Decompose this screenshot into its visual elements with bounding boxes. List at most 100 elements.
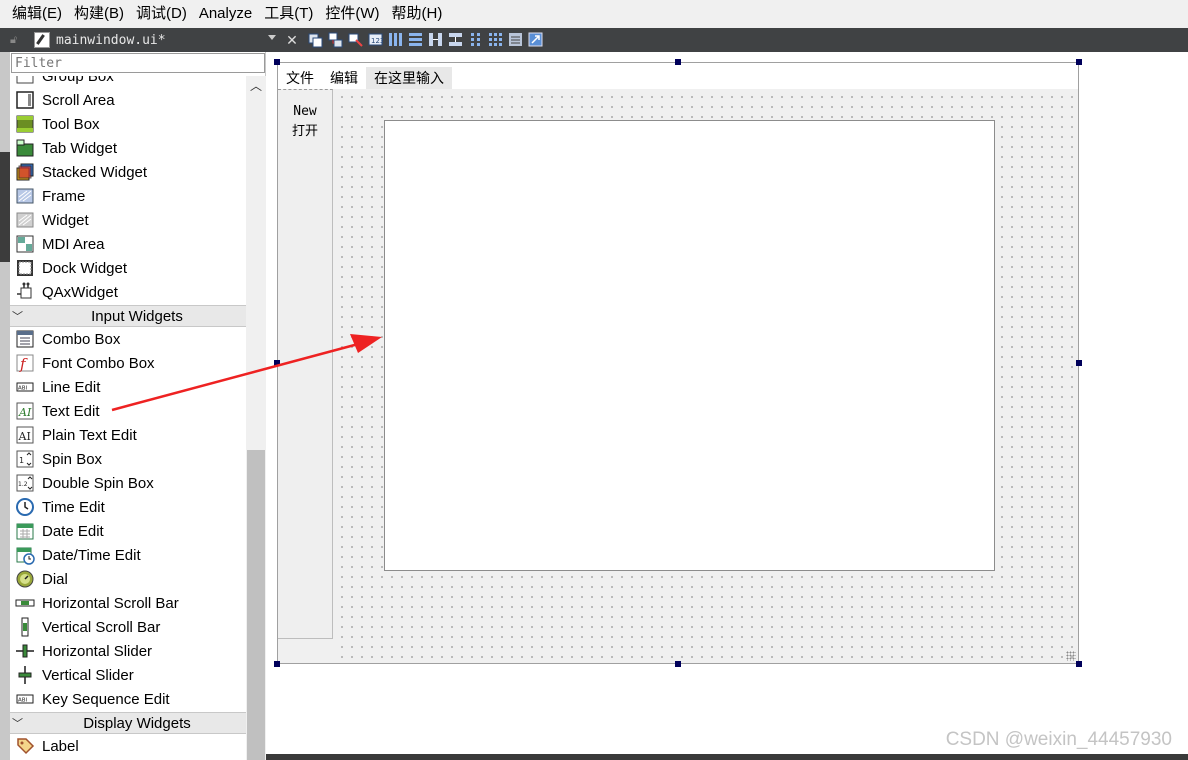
edit-signals-icon[interactable] bbox=[328, 31, 343, 48]
svg-text:AI: AI bbox=[18, 406, 32, 419]
widget-item[interactable]: Dial bbox=[10, 567, 246, 591]
widget-label: Double Spin Box bbox=[42, 474, 154, 492]
widget-item[interactable]: 1 Spin Box bbox=[10, 447, 246, 471]
widget-label: Group Box bbox=[42, 76, 114, 85]
widget-item[interactable]: Horizontal Slider bbox=[10, 639, 246, 663]
layout-form-icon[interactable] bbox=[468, 31, 483, 48]
widget-item[interactable]: AI Text Edit bbox=[10, 399, 246, 423]
menu-analyze[interactable]: Analyze bbox=[193, 0, 258, 28]
splitter-vertical-icon[interactable] bbox=[448, 31, 463, 48]
form-menu-edit[interactable]: 编辑 bbox=[322, 67, 366, 89]
widget-item[interactable]: Date/Time Edit bbox=[10, 543, 246, 567]
selection-handle[interactable] bbox=[274, 661, 280, 667]
menu-build[interactable]: 构建(B) bbox=[68, 0, 130, 28]
widget-list: Group Box Scroll Area Tool Box Tab Widget St… bbox=[10, 76, 246, 760]
edit-widgets-icon[interactable] bbox=[308, 31, 323, 48]
editor-toolbar: 🔓︎ mainwindow.ui* ✕ 123 bbox=[0, 28, 1188, 52]
widget-item[interactable]: Tab Widget bbox=[10, 136, 246, 160]
edit-buddies-icon[interactable] bbox=[348, 31, 363, 48]
widget-item[interactable]: Scroll Area bbox=[10, 88, 246, 112]
widget-label: Time Edit bbox=[42, 498, 105, 516]
selection-handle[interactable] bbox=[675, 59, 681, 65]
open-documents-combo[interactable]: 🔓︎ mainwindow.ui* bbox=[10, 29, 280, 51]
widget-item[interactable]: 1.2 Double Spin Box bbox=[10, 471, 246, 495]
selection-handle[interactable] bbox=[1076, 661, 1082, 667]
toolbar-action-new[interactable]: New bbox=[278, 102, 332, 121]
lock-icon: 🔓︎ bbox=[10, 33, 18, 46]
menu-tools[interactable]: 工具(T) bbox=[258, 0, 319, 28]
central-widget[interactable] bbox=[334, 89, 1078, 663]
widget-item[interactable]: Dock Widget bbox=[10, 256, 246, 280]
widget-label: QAxWidget bbox=[42, 283, 118, 301]
widget-item[interactable]: AI Plain Text Edit bbox=[10, 423, 246, 447]
widget-item[interactable]: Tool Box bbox=[10, 112, 246, 136]
widget-label: Line Edit bbox=[42, 378, 101, 396]
text-edit-widget[interactable] bbox=[384, 120, 995, 571]
selection-handle[interactable] bbox=[1076, 59, 1082, 65]
selection-handle[interactable] bbox=[675, 661, 681, 667]
edit-tab-order-icon[interactable]: 123 bbox=[368, 31, 383, 48]
layout-horizontal-icon[interactable] bbox=[388, 31, 403, 48]
category-display-widgets[interactable]: ﹀ Display Widgets bbox=[10, 712, 246, 734]
adjust-size-icon[interactable] bbox=[528, 31, 543, 48]
frame-icon bbox=[14, 186, 36, 206]
form-menu-file[interactable]: 文件 bbox=[278, 67, 322, 89]
widget-label: Scroll Area bbox=[42, 91, 115, 109]
widget-item[interactable]: Time Edit bbox=[10, 495, 246, 519]
menu-edit[interactable]: 编辑(E) bbox=[0, 0, 68, 28]
svg-text:123: 123 bbox=[371, 37, 383, 45]
widget-box-scrollbar[interactable]: ︿ bbox=[246, 76, 266, 760]
widget-label: Horizontal Scroll Bar bbox=[42, 594, 179, 612]
watermark: CSDN @weixin_44457930 bbox=[945, 729, 1172, 750]
layout-grid-icon[interactable] bbox=[488, 31, 503, 48]
widget-item[interactable]: Frame bbox=[10, 184, 246, 208]
layout-vertical-icon[interactable] bbox=[408, 31, 423, 48]
main-window-form[interactable]: 文件 编辑 在这里输入 New 打开 bbox=[277, 62, 1079, 664]
widget-item[interactable]: Group Box bbox=[10, 76, 246, 88]
widget-filter-input[interactable] bbox=[11, 53, 265, 73]
chevron-up-icon[interactable]: ︿ bbox=[246, 76, 266, 96]
vertical-scroll-bar-icon bbox=[14, 617, 36, 637]
selection-handle[interactable] bbox=[1076, 360, 1082, 366]
horizontal-scroll-bar-icon bbox=[14, 593, 36, 613]
widget-item[interactable]: Label bbox=[10, 734, 246, 758]
chevron-down-icon: ﹀ bbox=[12, 718, 23, 730]
widget-item[interactable]: Date Edit bbox=[10, 519, 246, 543]
menu-debug[interactable]: 调试(D) bbox=[130, 0, 193, 28]
widget-label: Date/Time Edit bbox=[42, 546, 141, 564]
font-combo-box-icon: f bbox=[14, 353, 36, 373]
widget-item[interactable]: MDI Area bbox=[10, 232, 246, 256]
category-label: Display Widgets bbox=[83, 714, 191, 732]
close-document-icon[interactable]: ✕ bbox=[285, 32, 299, 48]
widget-item[interactable]: Widget bbox=[10, 208, 246, 232]
widget-item[interactable]: Vertical Slider bbox=[10, 663, 246, 687]
widget-item[interactable]: f Font Combo Box bbox=[10, 351, 246, 375]
menu-bar: 编辑(E) 构建(B) 调试(D) Analyze 工具(T) 控件(W) 帮助… bbox=[0, 0, 1188, 28]
widget-item[interactable]: ABI Line Edit bbox=[10, 375, 246, 399]
resize-grip[interactable] bbox=[1066, 651, 1076, 661]
widget-item[interactable]: ABI Key Sequence Edit bbox=[10, 687, 246, 711]
widget-box-panel: Group Box Scroll Area Tool Box Tab Widget St… bbox=[10, 52, 266, 760]
widget-item[interactable]: QAxWidget bbox=[10, 280, 246, 304]
selection-handle[interactable] bbox=[274, 59, 280, 65]
chevron-down-icon: ﹀ bbox=[12, 311, 23, 323]
splitter-horizontal-icon[interactable] bbox=[428, 31, 443, 48]
widget-item[interactable]: Vertical Scroll Bar bbox=[10, 615, 246, 639]
tab-widget-icon bbox=[14, 138, 36, 158]
selection-handle[interactable] bbox=[274, 360, 280, 366]
scroll-thumb[interactable] bbox=[247, 450, 265, 760]
widget-item[interactable]: Stacked Widget bbox=[10, 160, 246, 184]
toolbar-action-open[interactable]: 打开 bbox=[278, 121, 332, 140]
category-input-widgets[interactable]: ﹀ Input Widgets bbox=[10, 305, 246, 327]
form-menu-type-here[interactable]: 在这里输入 bbox=[366, 67, 452, 89]
menu-controls[interactable]: 控件(W) bbox=[319, 0, 385, 28]
widget-label: Vertical Scroll Bar bbox=[42, 618, 161, 636]
widget-label: MDI Area bbox=[42, 235, 105, 253]
chevron-down-icon[interactable] bbox=[268, 35, 276, 40]
widget-item[interactable]: Combo Box bbox=[10, 327, 246, 351]
break-layout-icon[interactable] bbox=[508, 31, 523, 48]
menu-help[interactable]: 帮助(H) bbox=[386, 0, 449, 28]
widget-item[interactable]: Horizontal Scroll Bar bbox=[10, 591, 246, 615]
form-menu-bar: 文件 编辑 在这里输入 bbox=[278, 63, 1078, 89]
group-box-icon bbox=[14, 76, 36, 86]
